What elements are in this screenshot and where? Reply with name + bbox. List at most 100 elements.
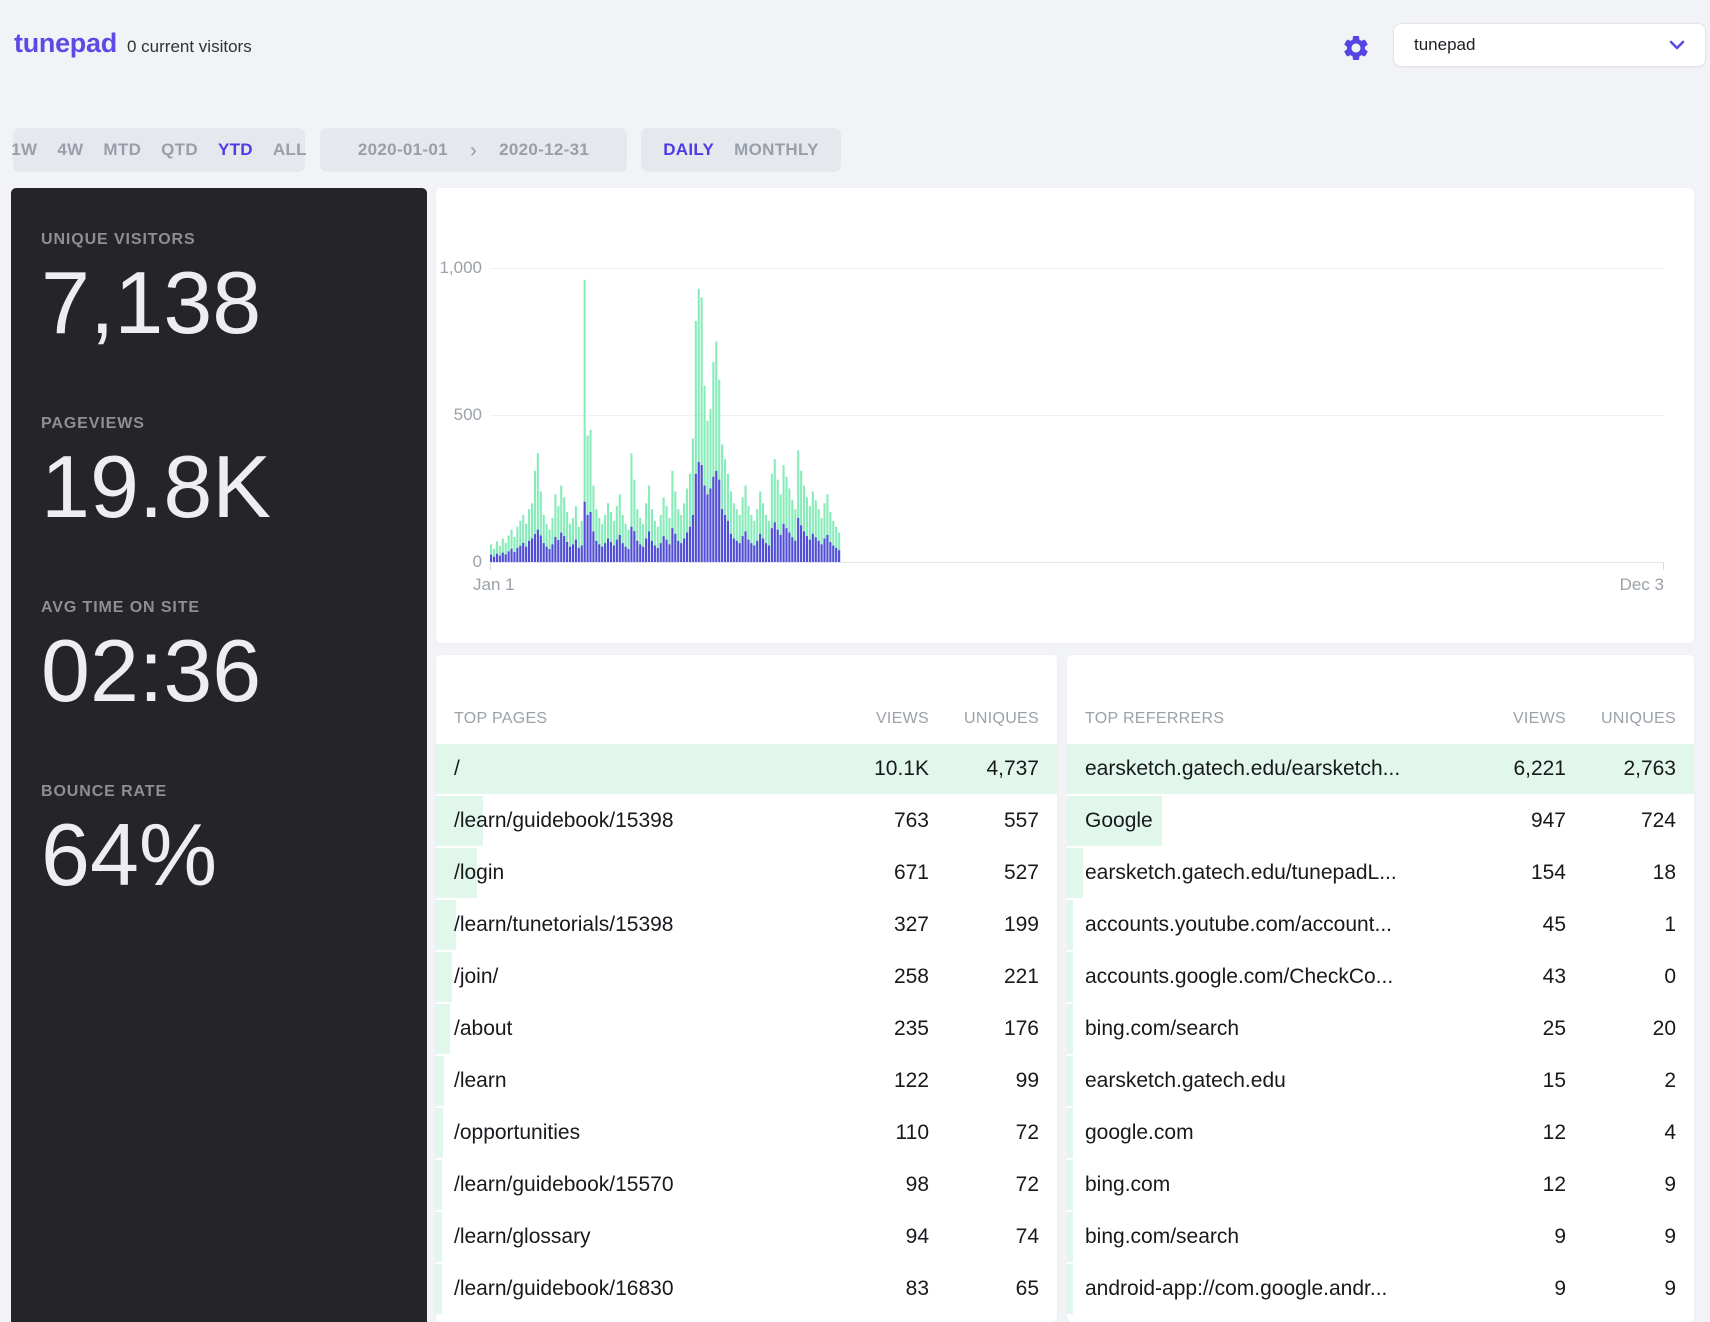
range-4w[interactable]: 4W [47,140,93,160]
date-to-input[interactable]: 2020-12-31 [489,140,599,160]
row-label: earsketch.gatech.edu/earsketch... [1085,757,1401,780]
top-pages-rows: /10.1K 4,737/learn/guidebook/15398 763 557 /… [436,743,1057,1315]
table-row[interactable]: /learn/glossary 94 74 [436,1211,1057,1263]
table-row[interactable]: accounts.google.com/CheckCo... 43 0 [1067,951,1694,1003]
views-share-bar [1067,1160,1073,1210]
views-share-bar [1067,1056,1073,1106]
granularity-monthly[interactable]: MONTHLY [724,140,829,160]
row-uniques: 72 [1015,1173,1039,1196]
table-row[interactable]: /learn/tunetorials/15398 327 199 [436,899,1057,951]
views-share-bar [436,1108,443,1158]
table-row[interactable]: /learn 122 99 [436,1055,1057,1107]
app-logo[interactable]: tunepad [14,28,117,59]
uniques-col-header: UNIQUES [1601,710,1676,727]
row-label: accounts.youtube.com/account... [1085,913,1393,936]
custom-date-range: 2020-01-01 › 2020-12-31 [320,128,627,172]
table-row[interactable]: bing.com/search 25 20 [1067,1003,1694,1055]
table-row[interactable]: /opportunities 110 72 [436,1107,1057,1159]
table-row[interactable]: /login 671 527 [436,847,1057,899]
range-all[interactable]: ALL [263,140,317,160]
date-from-input[interactable]: 2020-01-01 [348,140,458,160]
row-uniques: 9 [1664,1173,1676,1196]
stat-value: 64% [41,805,218,904]
granularity-daily[interactable]: DAILY [653,140,724,160]
row-uniques: 18 [1652,861,1676,884]
range-1w[interactable]: 1W [1,140,47,160]
y-tick-500: 500 [453,405,482,424]
row-label: android-app://com.google.andr... [1085,1277,1388,1300]
row-label: bing.com/search [1085,1017,1240,1040]
table-row[interactable]: google.com 12 4 [1067,1107,1694,1159]
row-views: 6,221 [1513,757,1566,780]
row-uniques: 557 [1003,809,1039,832]
chevron-down-icon [1669,40,1685,50]
views-share-bar [1067,848,1083,898]
table-row[interactable]: bing.com/search 9 9 [1067,1211,1694,1263]
date-range-presets: 1W 4W MTD QTD YTD ALL [11,128,307,172]
row-label: bing.com/search [1085,1225,1240,1248]
stats-sidebar: UNIQUE VISITORS 7,138 PAGEVIEWS 19.8K AV… [11,188,427,1322]
row-views: 98 [905,1173,929,1196]
views-share-bar [1067,1004,1073,1054]
stat-value: 19.8K [41,437,271,536]
table-row[interactable]: accounts.youtube.com/account... 45 1 [1067,899,1694,951]
row-views: 15 [1542,1069,1566,1092]
row-uniques: 1 [1664,913,1676,936]
y-tick-1000: 1,000 [439,258,482,277]
row-uniques: 724 [1640,809,1676,832]
stat-label: BOUNCE RATE [41,783,168,800]
table-row[interactable]: /learn/guidebook/15570 98 72 [436,1159,1057,1211]
row-uniques: 2,763 [1623,757,1676,780]
x-tick-end: Dec 3 [1619,575,1664,594]
x-tick-start: Jan 1 [473,575,515,594]
table-row[interactable]: bing.com 12 9 [1067,1159,1694,1211]
views-col-header: VIEWS [875,710,929,727]
range-mtd[interactable]: MTD [93,140,151,160]
row-views: 154 [1530,861,1566,884]
table-row[interactable]: /about 235 176 [436,1003,1057,1055]
settings-gear-icon[interactable] [1341,33,1371,63]
range-ytd[interactable]: YTD [208,140,263,160]
x-axis-line [490,562,1664,563]
row-views: 9 [1554,1277,1566,1300]
axis-tick-left [490,563,491,570]
site-selector-value: tunepad [1414,35,1476,54]
row-uniques: 74 [1015,1225,1039,1248]
site-selector-dropdown[interactable]: tunepad [1393,23,1706,67]
row-label: /learn/glossary [454,1225,591,1248]
row-label: /join/ [454,965,499,988]
range-qtd[interactable]: QTD [151,140,208,160]
row-label: /learn/guidebook/15570 [454,1173,674,1196]
table-row[interactable]: earsketch.gatech.edu 15 2 [1067,1055,1694,1107]
row-uniques: 2 [1664,1069,1676,1092]
row-uniques: 199 [1003,913,1039,936]
row-label: bing.com [1085,1173,1171,1196]
row-views: 671 [893,861,929,884]
row-views: 10.1K [874,757,929,780]
row-label: /learn/guidebook/16830 [454,1277,674,1300]
row-uniques: 99 [1015,1069,1039,1092]
traffic-chart-bars[interactable] [490,268,1664,562]
views-share-bar [436,1004,451,1054]
table-row[interactable]: Google 947 724 [1067,795,1694,847]
table-row[interactable]: earsketch.gatech.edu/earsketch... 6,221 2,… [1067,743,1694,795]
table-row[interactable]: /learn/guidebook/16830 83 65 [436,1263,1057,1315]
table-row[interactable]: /join/258 221 [436,951,1057,1003]
table-row[interactable]: /learn/guidebook/15398 763 557 [436,795,1057,847]
table-title: TOP PAGES [454,710,548,727]
stat-value: 7,138 [41,253,262,352]
views-share-bar [436,1212,442,1262]
row-uniques: 65 [1015,1277,1039,1300]
row-views: 122 [893,1069,929,1092]
table-row[interactable]: earsketch.gatech.edu/tunepadL... 154 18 [1067,847,1694,899]
table-row[interactable]: android-app://com.google.andr... 9 9 [1067,1263,1694,1315]
top-referrers-rows: earsketch.gatech.edu/earsketch... 6,221 2,… [1067,743,1694,1315]
traffic-chart-card: 1,000 500 0 Jan 1 Dec 3 [436,188,1694,643]
row-label: Google [1085,809,1153,832]
row-uniques: 221 [1003,965,1039,988]
views-col-header: VIEWS [1512,710,1566,727]
row-views: 83 [905,1277,929,1300]
stat-label: PAGEVIEWS [41,415,145,432]
row-uniques: 527 [1003,861,1039,884]
table-row[interactable]: / 10.1K 4,737 [436,743,1057,795]
